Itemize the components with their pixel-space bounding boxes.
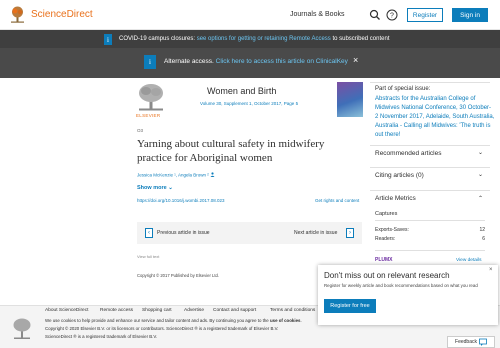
cookie-notice: We use cookies to help provide and enhan… — [45, 318, 302, 323]
chevron-down-icon[interactable]: ⌄ — [478, 171, 483, 178]
chevron-right-icon[interactable]: › — [346, 228, 354, 238]
register-button[interactable]: Register — [407, 8, 443, 22]
help-icon[interactable]: ? — [386, 9, 398, 21]
show-more-button[interactable]: Show more ⌄ — [137, 185, 173, 191]
article-copyright: Copyright © 2017 Published by Elsevier L… — [137, 273, 219, 278]
search-icon[interactable] — [369, 9, 381, 21]
covid-label: COVID-19 campus closures: — [119, 36, 196, 42]
cookie-text-end: . — [300, 318, 302, 323]
author-list[interactable]: Jessica McKenzie ¹, Angela Brown ² — [137, 172, 215, 178]
metric-label: Exports-Saves: — [375, 227, 409, 233]
next-article-link[interactable]: Next article in issue — [294, 230, 337, 236]
authors-text[interactable]: Jessica McKenzie ¹, Angela Brown ² — [137, 173, 210, 178]
svg-text:?: ? — [390, 13, 394, 20]
special-issue-label: Part of special issue: — [375, 86, 431, 92]
sign-in-button[interactable]: Sign in — [452, 8, 488, 22]
journals-books-link[interactable]: Journals & Books — [290, 11, 344, 18]
metric-value: 12 — [479, 227, 485, 233]
plumx-logo[interactable]: PLUMX — [375, 257, 393, 263]
sidebar-divider — [370, 145, 490, 146]
footer-link-remote-access[interactable]: Remote access — [100, 308, 133, 313]
previous-article-link[interactable]: Previous article in issue — [157, 230, 210, 236]
sidebar-divider — [370, 167, 490, 168]
alt-access-text: Alternate access. Click here to access t… — [164, 58, 348, 65]
chevron-down-icon: ⌄ — [168, 185, 173, 191]
elsevier-footer-logo[interactable] — [12, 317, 32, 341]
show-more-label: Show more — [137, 185, 167, 191]
info-icon: i — [144, 55, 156, 69]
register-for-free-button[interactable]: Register for free — [324, 299, 376, 313]
citing-articles-toggle[interactable]: Citing articles (0) — [375, 172, 424, 179]
close-icon[interactable]: × — [489, 267, 493, 273]
clinicalkey-link[interactable]: Click here to access this article on Cli… — [216, 58, 348, 65]
cookies-link[interactable]: use of cookies — [270, 318, 301, 323]
view-details-link[interactable]: View details — [456, 258, 482, 263]
journal-volume[interactable]: Volume 30, Supplement 1, October 2017, P… — [200, 101, 298, 106]
footer-link-shopping-cart[interactable]: Shopping cart — [142, 308, 172, 313]
article-metrics-toggle[interactable]: Article Metrics — [375, 195, 416, 202]
journal-cover[interactable] — [337, 82, 363, 117]
doi-link[interactable]: https://doi.org/10.1016/j.wombi.2017.08.… — [137, 198, 225, 203]
special-issue-link[interactable]: Abstracts for the Australian College of … — [375, 95, 495, 140]
article-navigation: ‹ Previous article in issue Next article… — [137, 222, 362, 244]
covid-suffix: to subscribed content — [332, 36, 390, 42]
article-category: O3 — [137, 128, 144, 133]
chevron-down-icon[interactable]: ⌄ — [478, 149, 483, 156]
rights-link[interactable]: Get rights and content — [315, 198, 359, 203]
view-full-text-link[interactable]: View full text — [137, 254, 159, 259]
elsevier-tree-logo[interactable] — [10, 6, 25, 23]
feedback-button[interactable]: Feedback — [447, 336, 495, 348]
footer-copyright: Copyright © 2020 Elsevier B.V. or its li… — [45, 326, 279, 331]
feedback-label: Feedback — [455, 339, 477, 345]
metric-row: Readers: 6 — [375, 236, 485, 242]
covid-banner-text: COVID-19 campus closures: see options fo… — [119, 36, 390, 42]
chevron-left-icon[interactable]: ‹ — [145, 228, 153, 238]
captures-heading: Captures — [375, 211, 398, 217]
person-icon — [210, 172, 215, 177]
footer-trademark: ScienceDirect ® is a registered trademar… — [45, 334, 158, 339]
chevron-up-icon[interactable]: ⌃ — [478, 195, 483, 202]
feedback-icon — [479, 338, 487, 346]
popup-heading: Don't miss out on relevant research — [324, 271, 450, 280]
sidebar-divider — [370, 82, 490, 83]
metric-label: Readers: — [375, 236, 396, 242]
metric-row: Exports-Saves: 12 — [375, 227, 485, 233]
metric-value: 6 — [482, 236, 485, 242]
footer-link-about[interactable]: About ScienceDirect — [45, 308, 88, 313]
journal-title[interactable]: Women and Birth — [207, 86, 276, 96]
info-icon: i — [104, 34, 112, 45]
cookie-text: We use cookies to help provide and enhan… — [45, 318, 270, 323]
metrics-divider — [375, 220, 485, 221]
close-icon[interactable]: × — [353, 55, 358, 65]
elsevier-logo[interactable] — [137, 82, 165, 112]
footer-link-advertise[interactable]: Advertise — [184, 308, 204, 313]
article-title: Yarning about cultural safety in midwife… — [137, 138, 325, 164]
remote-access-link[interactable]: see options for getting or retaining Rem… — [197, 36, 331, 42]
popup-text: Register for weekly article and book rec… — [324, 283, 478, 288]
sidebar-divider — [370, 190, 490, 191]
metrics-divider — [375, 250, 485, 251]
register-popup: Don't miss out on relevant research Regi… — [318, 265, 498, 325]
footer-link-terms[interactable]: Terms and conditions — [270, 308, 315, 313]
alt-access-label: Alternate access. — [164, 58, 214, 65]
footer-link-contact[interactable]: Contact and support — [213, 308, 256, 313]
publisher-name: ELSEVIER — [136, 113, 161, 118]
recommended-articles-toggle[interactable]: Recommended articles — [375, 150, 441, 157]
brand-name[interactable]: ScienceDirect — [31, 9, 93, 20]
